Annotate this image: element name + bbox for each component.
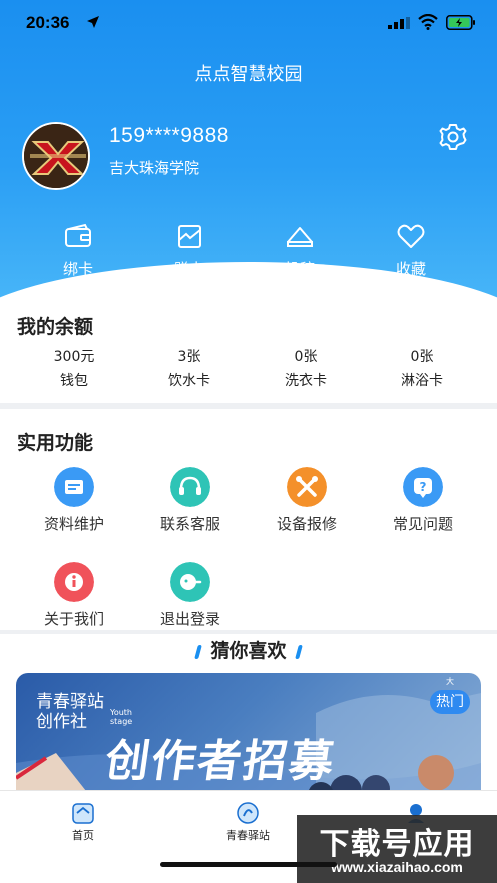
functions-title: 实用功能 [17, 432, 94, 454]
heart-icon [397, 224, 425, 248]
banner-headline: 创作者招募 [101, 736, 339, 787]
question-icon: ? [403, 467, 443, 507]
balance-value: 0张 [294, 349, 318, 365]
submit-icon [287, 227, 313, 247]
quick-actions: 绑卡 赠卡 投稿 收藏 [0, 222, 497, 282]
watermark-title: 下载号应用 [319, 827, 475, 862]
profile-header: 20:36 点点智慧校园 159****9888 吉大珠海学院 绑卡 赠卡 投稿… [0, 0, 497, 300]
favorites-button[interactable]: 收藏 [371, 222, 451, 279]
youth-station-icon [237, 802, 259, 824]
function-label: 退出登录 [159, 610, 220, 628]
signal-icon [388, 17, 410, 29]
balance-water-card[interactable]: 3张 饮水卡 [139, 346, 239, 390]
about-us-button[interactable]: 关于我们 [14, 562, 134, 629]
title-accent [194, 644, 203, 659]
banner-line2: 创作社 [36, 712, 87, 732]
function-label: 资料维护 [43, 515, 104, 533]
headset-icon [170, 467, 210, 507]
title-accent [294, 644, 303, 659]
home-icon [72, 803, 94, 824]
hot-badge: 热门 [430, 690, 470, 714]
gift-card-label: 赠卡 [173, 260, 204, 278]
tab-home[interactable]: 首页 [33, 801, 133, 843]
balance-value: 3张 [177, 349, 201, 365]
gift-card-icon [178, 225, 201, 248]
function-label: 关于我们 [43, 610, 104, 628]
tab-home-label: 首页 [72, 829, 94, 842]
function-label: 设备报修 [276, 515, 337, 533]
avatar[interactable] [22, 122, 90, 190]
svg-text:?: ? [420, 480, 427, 494]
function-label: 常见问题 [392, 515, 453, 533]
logout-icon [170, 562, 210, 602]
gift-card-button[interactable]: 赠卡 [149, 222, 229, 279]
profile-card-icon [54, 467, 94, 507]
wifi-icon [418, 14, 438, 30]
contact-service-button[interactable]: 联系客服 [130, 467, 250, 534]
balance-shower-card[interactable]: 0张 淋浴卡 [372, 346, 472, 390]
section-divider [0, 630, 497, 634]
balance-value: 300元 [53, 349, 95, 365]
balance-label: 钱包 [60, 373, 88, 389]
avatar-logo-icon [24, 124, 88, 188]
banner-english-1: Youth [110, 708, 132, 717]
app-title: 点点智慧校园 [194, 64, 303, 85]
site-watermark: 下载号应用 www.xiazaihao.com [297, 815, 497, 883]
bind-card-label: 绑卡 [62, 260, 93, 278]
location-arrow-icon [87, 16, 99, 28]
banner-english: Youth stage [110, 708, 132, 726]
balance-row: 300元 钱包 3张 饮水卡 0张 洗衣卡 0张 淋浴卡 [0, 346, 497, 392]
function-label: 联系客服 [159, 515, 220, 533]
info-icon [54, 562, 94, 602]
balance-wallet[interactable]: 300元 钱包 [24, 346, 124, 390]
guess-title: 猜你喜欢 [0, 636, 497, 663]
guess-title-text: 猜你喜欢 [210, 640, 287, 662]
submit-button[interactable]: 投稿 [260, 222, 340, 279]
wrench-icon [287, 467, 327, 507]
settings-gear-icon[interactable] [437, 121, 469, 153]
recommend-banner[interactable]: 青春驿站 创作社 Youth stage 创作者招募 [16, 673, 481, 803]
user-school: 吉大珠海学院 [109, 159, 200, 177]
submit-label: 投稿 [284, 260, 315, 278]
profile-maintenance-button[interactable]: 资料维护 [14, 467, 134, 534]
balance-label: 饮水卡 [168, 373, 210, 389]
balance-label: 淋浴卡 [401, 373, 443, 389]
home-indicator [160, 862, 337, 867]
balance-laundry-card[interactable]: 0张 洗衣卡 [256, 346, 356, 390]
hot-tag[interactable]: 大 热门 [428, 676, 472, 726]
card-icon [65, 223, 91, 247]
user-phone: 159****9888 [109, 124, 229, 147]
tab-youth-station-label: 青春驿站 [226, 829, 270, 842]
section-divider [0, 403, 497, 409]
device-repair-button[interactable]: 设备报修 [247, 467, 367, 534]
balance-value: 0张 [410, 349, 434, 365]
logout-button[interactable]: 退出登录 [130, 562, 250, 629]
faq-button[interactable]: ? 常见问题 [363, 467, 483, 534]
balance-title: 我的余额 [17, 316, 94, 338]
favorites-label: 收藏 [395, 260, 426, 278]
tab-youth-station[interactable]: 青春驿站 [198, 801, 298, 843]
balance-label: 洗衣卡 [285, 373, 327, 389]
battery-charging-icon [446, 15, 475, 30]
hot-side-top: 大 [446, 677, 454, 686]
bind-card-button[interactable]: 绑卡 [38, 222, 118, 279]
status-bar: 20:36 [0, 0, 497, 46]
status-time: 20:36 [26, 13, 70, 32]
